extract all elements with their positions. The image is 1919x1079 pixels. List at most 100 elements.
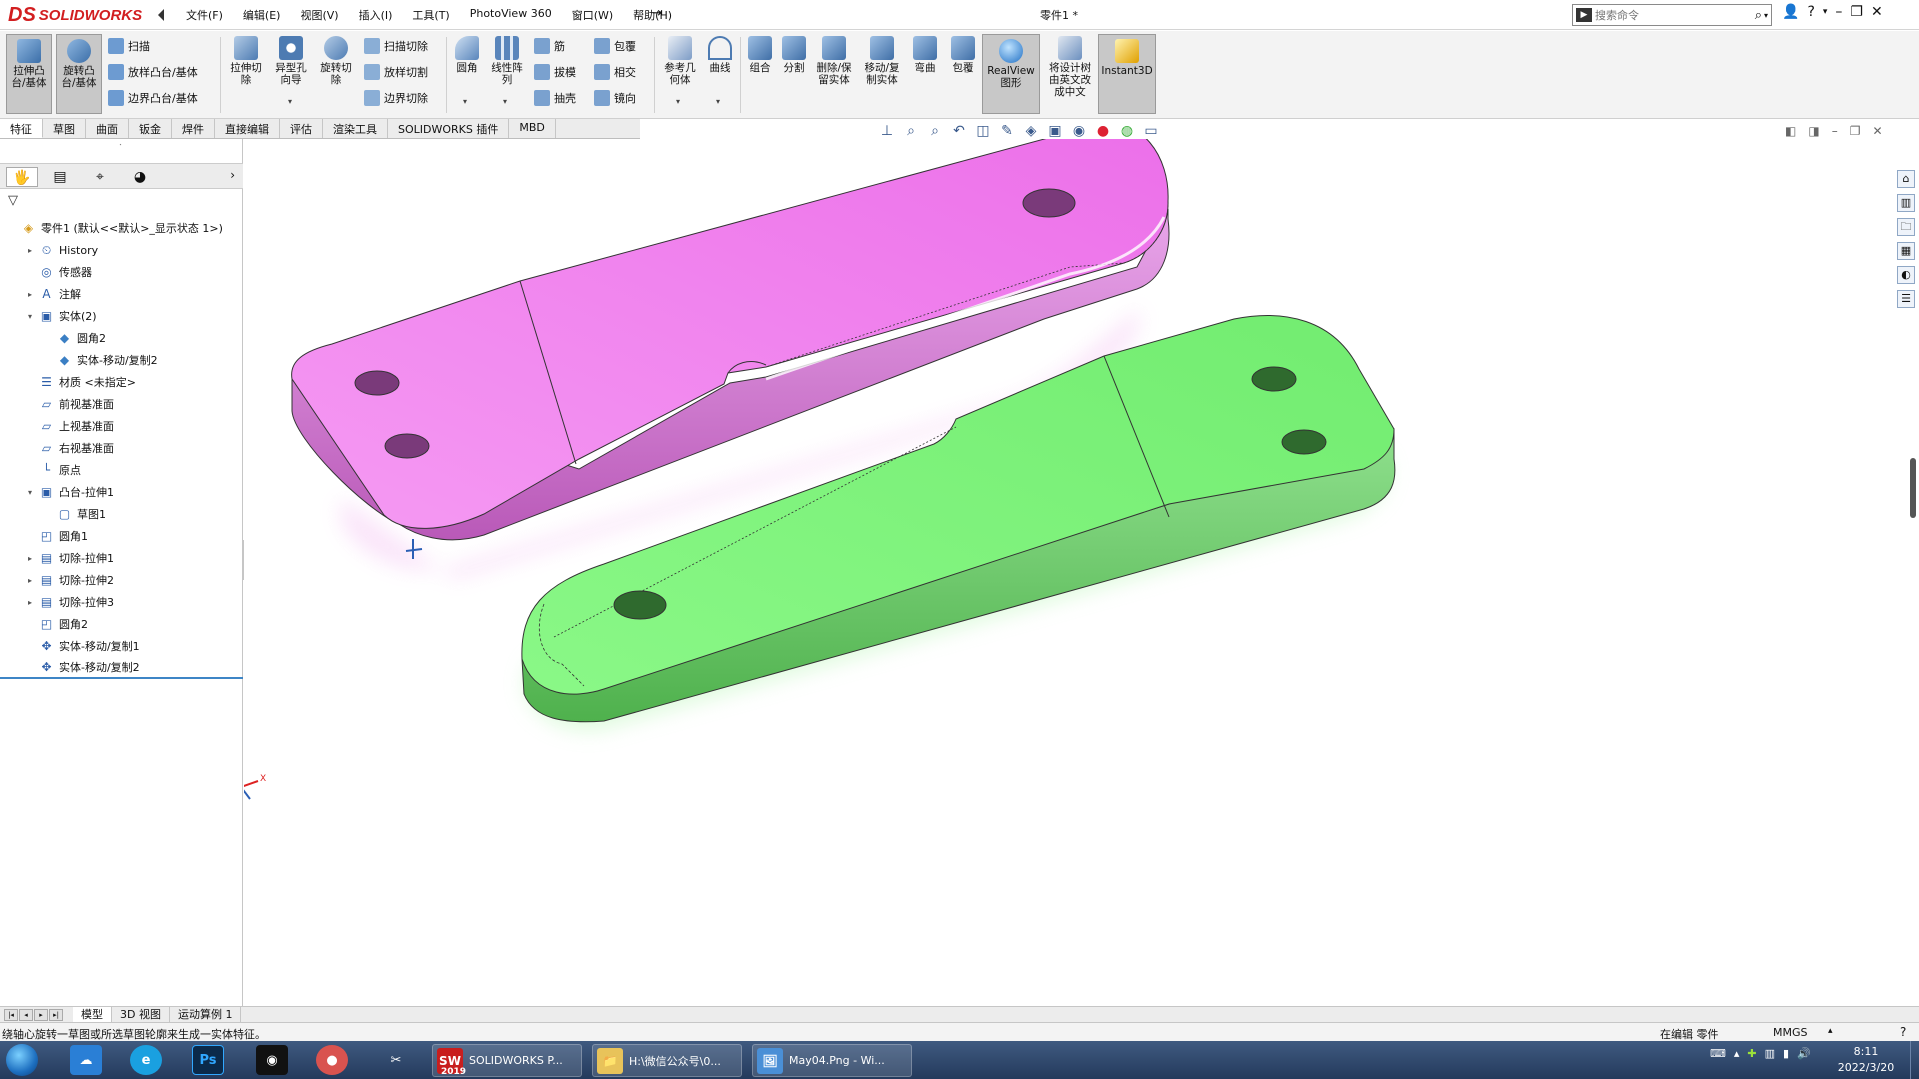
revolve-cut-button[interactable]: 旋转切 除 — [316, 36, 356, 86]
tree-node[interactable]: ◰ 圆角2 — [0, 613, 243, 635]
menu-expand-icon[interactable] — [156, 8, 166, 22]
revolve-boss-button[interactable]: 旋转凸 台/基体 — [56, 34, 102, 114]
flex-button[interactable]: 弯曲 — [910, 36, 940, 74]
restore-button[interactable]: ❐ — [1850, 4, 1863, 20]
close-button[interactable]: ✕ — [1871, 4, 1883, 20]
vertical-scrollbar[interactable] — [1910, 458, 1916, 518]
view-orientation-icon[interactable]: ⊥ — [878, 122, 896, 140]
sweep-button[interactable]: 扫描 — [108, 38, 150, 54]
tree-node[interactable]: ▸ A 注解 — [0, 283, 243, 305]
next-tab-icon[interactable]: ▸ — [34, 1008, 48, 1021]
tree-node[interactable]: ◈ 零件1 (默认<<默认>_显示状态 1>) — [0, 217, 243, 239]
move-copy-body-button[interactable]: 移动/复 制实体 — [860, 36, 904, 86]
split-button[interactable]: 分割 — [778, 36, 810, 74]
chevron-down-icon[interactable]: ▾ — [1764, 11, 1768, 20]
user-icon[interactable]: 👤 — [1782, 4, 1799, 20]
menu-item[interactable]: 工具(T) — [402, 6, 459, 24]
viewport-minimize-icon[interactable]: – — [1832, 124, 1838, 138]
bottom-tab[interactable]: 运动算例 1 — [170, 1006, 242, 1023]
menu-item[interactable]: 文件(F) — [176, 6, 233, 24]
zoom-area-icon[interactable]: ⌕ — [926, 122, 944, 140]
expand-toggle-icon[interactable]: ▾ — [24, 488, 36, 497]
tree-node[interactable]: ▱ 上视基准面 — [0, 415, 243, 437]
menu-item[interactable]: 视图(V) — [290, 6, 348, 24]
chevron-down-icon[interactable]: ▾ — [716, 97, 720, 106]
linear-pattern-button[interactable]: 线性阵 列 — [486, 36, 528, 86]
command-tab[interactable]: 钣金 — [129, 119, 172, 138]
tree-node[interactable]: ▸ ▤ 切除-拉伸1 — [0, 547, 243, 569]
search-box[interactable]: ▶ ⌕ ▾ — [1572, 4, 1772, 26]
wrap-button[interactable]: 包覆 — [594, 38, 636, 54]
solidworks-logo[interactable]: DS SOLIDWORKS — [8, 4, 142, 26]
view-palette-icon[interactable]: ▦ — [1897, 242, 1915, 260]
appearances-icon[interactable]: ◐ — [1897, 266, 1915, 284]
property-manager-tab-icon[interactable]: ▤ — [44, 167, 76, 187]
combine-button[interactable]: 组合 — [744, 36, 776, 74]
command-tab[interactable]: 草图 — [43, 119, 86, 138]
search-input[interactable] — [1595, 8, 1755, 22]
expand-toggle-icon[interactable]: ▸ — [24, 290, 36, 299]
shell-button[interactable]: 抽壳 — [534, 90, 576, 106]
security-icon[interactable]: ✚ — [1747, 1047, 1756, 1060]
viewport-close-icon[interactable]: ✕ — [1872, 124, 1882, 138]
first-tab-icon[interactable]: |◂ — [4, 1008, 18, 1021]
quick-tips-icon[interactable]: ? — [1900, 1025, 1906, 1039]
command-tab[interactable]: 渲染工具 — [323, 119, 388, 138]
chevron-down-icon[interactable]: ▾ — [288, 97, 292, 106]
expand-toggle-icon[interactable]: ▸ — [24, 246, 36, 255]
extrude-cut-button[interactable]: 拉伸切 除 — [226, 36, 266, 86]
tree-node[interactable]: ▸ ⏲ History — [0, 239, 243, 261]
command-search-icon[interactable]: ▶ — [1576, 8, 1592, 22]
menu-item[interactable]: PhotoView 360 — [460, 6, 562, 24]
mirror-button[interactable]: 镜向 — [594, 90, 636, 106]
dynamic-annotation-icon[interactable]: ✎ — [998, 122, 1016, 140]
reference-geometry-button[interactable]: 参考几 何体 — [660, 36, 700, 86]
tree-node[interactable]: ◎ 传感器 — [0, 261, 243, 283]
graphics-area[interactable]: Y X — [244, 139, 1919, 1006]
tree-node[interactable]: ▸ ▤ 切除-拉伸3 — [0, 591, 243, 613]
chevron-right-icon[interactable]: › — [230, 168, 235, 182]
tree-node[interactable]: ▱ 前视基准面 — [0, 393, 243, 415]
menu-item[interactable]: 插入(I) — [349, 6, 403, 24]
show-desktop-button[interactable] — [1910, 1041, 1919, 1079]
expand-toggle-icon[interactable]: ▸ — [24, 598, 36, 607]
configuration-manager-tab-icon[interactable]: ⌖ — [84, 167, 116, 187]
command-tab[interactable]: 评估 — [280, 119, 323, 138]
rib-button[interactable]: 筋 — [534, 38, 565, 54]
realview-button[interactable]: RealView 图形 — [982, 34, 1040, 114]
chevron-down-icon[interactable]: ▾ — [1823, 7, 1828, 17]
chevron-down-icon[interactable]: ▾ — [676, 97, 680, 106]
expand-toggle-icon[interactable]: ▸ — [24, 576, 36, 585]
hole-wizard-button[interactable]: 异型孔 向导 — [270, 36, 312, 86]
instant3d-button[interactable]: Instant3D — [1098, 34, 1156, 114]
menu-item[interactable]: 编辑(E) — [233, 6, 291, 24]
chevron-down-icon[interactable]: ▾ — [463, 97, 467, 106]
tree-node[interactable]: ◰ 圆角1 — [0, 525, 243, 547]
tree-node[interactable]: ▸ ▤ 切除-拉伸2 — [0, 569, 243, 591]
search-icon[interactable]: ⌕ — [1755, 8, 1762, 23]
command-tab[interactable]: SOLIDWORKS 插件 — [388, 119, 510, 138]
intersect-button[interactable]: 相交 — [594, 64, 636, 80]
viewport-restore-icon[interactable]: ❐ — [1850, 124, 1861, 138]
prev-tab-icon[interactable]: ◂ — [19, 1008, 33, 1021]
pin-icon[interactable]: ⇥ — [652, 6, 663, 21]
command-tab[interactable]: 焊件 — [172, 119, 215, 138]
loft-cut-button[interactable]: 放样切割 — [364, 64, 428, 80]
file-explorer-icon[interactable]: 🗀 — [1897, 218, 1915, 236]
wrap-big-button[interactable]: 包覆 — [948, 36, 978, 74]
custom-properties-icon[interactable]: ☰ — [1897, 290, 1915, 308]
tree-node[interactable]: ✥ 实体-移动/复制1 — [0, 635, 243, 657]
tree-node[interactable]: ◆ 圆角2 — [0, 327, 243, 349]
display-style-icon[interactable]: ▣ — [1046, 122, 1064, 140]
taskbar-app-solidworks[interactable]: SW SOLIDWORKS P... 2019 — [432, 1044, 582, 1077]
view-cube-icon[interactable]: ◈ — [1022, 122, 1040, 140]
minimize-button[interactable]: – — [1835, 4, 1842, 20]
obs-icon[interactable]: ◉ — [256, 1045, 288, 1075]
previous-view-icon[interactable]: ↶ — [950, 122, 968, 140]
tree-node[interactable]: ◆ 实体-移动/复制2 — [0, 349, 243, 371]
command-tab[interactable]: 直接编辑 — [215, 119, 280, 138]
command-tab[interactable]: 曲面 — [86, 119, 129, 138]
apply-scene-icon[interactable]: ◍ — [1118, 122, 1136, 140]
unit-caret-icon[interactable]: ▴ — [1828, 1026, 1833, 1036]
tree-node[interactable]: ✥ 实体-移动/复制2 — [0, 657, 243, 679]
